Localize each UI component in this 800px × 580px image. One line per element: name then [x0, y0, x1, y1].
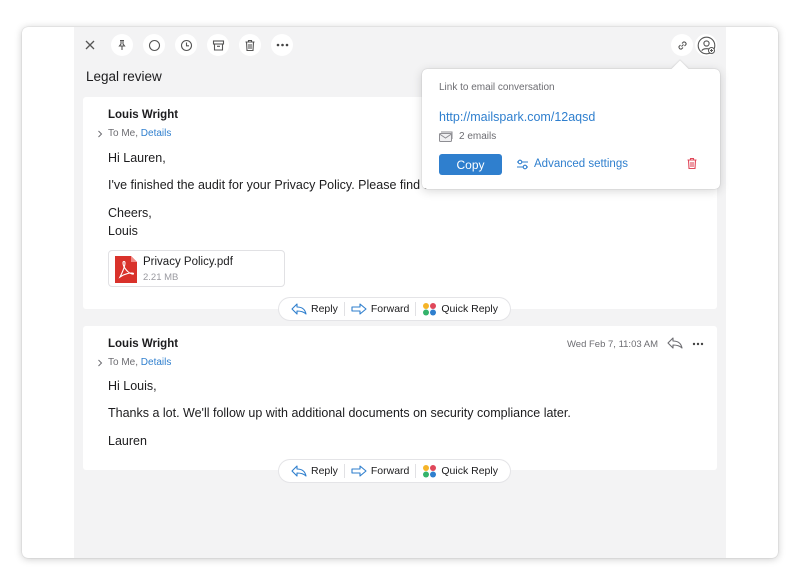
body-line: Hi Lauren, — [108, 151, 166, 165]
delete-link-icon[interactable] — [686, 157, 698, 170]
recipients-line: To Me, Details — [97, 128, 171, 139]
clock-icon[interactable] — [175, 34, 197, 56]
thread-subject: Legal review — [86, 69, 162, 84]
sender-name: Louis Wright — [108, 109, 179, 121]
forward-icon — [351, 465, 367, 477]
quick-reply-label: Quick Reply — [441, 465, 498, 477]
reply-icon[interactable] — [667, 337, 683, 349]
quick-reply-icon — [423, 465, 437, 478]
link-icon[interactable] — [671, 34, 693, 56]
share-user-icon[interactable] — [695, 34, 717, 56]
recipients-line: To Me, Details — [97, 357, 171, 368]
advanced-settings-label: Advanced settings — [534, 158, 628, 170]
pin-icon[interactable] — [111, 34, 133, 56]
attachment-name: Privacy Policy.pdf — [143, 256, 233, 268]
body-line: Hi Louis, — [108, 379, 157, 393]
envelope-stack-icon — [439, 131, 453, 142]
conversation-link[interactable]: http://mailspark.com/12aqsd — [439, 110, 595, 124]
archive-icon[interactable] — [207, 34, 229, 56]
email-count-label: 2 emails — [459, 131, 497, 142]
attachment[interactable]: Privacy Policy.pdf 2.21 MB — [108, 250, 285, 287]
forward-label: Forward — [370, 465, 410, 477]
reply-label: Reply — [311, 465, 338, 477]
message-date: Wed Feb 7, 11:03 AM — [567, 339, 659, 350]
to-me-label: To Me, — [108, 357, 139, 368]
pdf-file-icon — [115, 256, 137, 283]
copy-link-button[interactable]: Copy — [439, 154, 502, 175]
details-link[interactable]: Details — [141, 357, 172, 368]
body-line: Louis — [108, 224, 138, 238]
circle-icon[interactable] — [143, 34, 165, 56]
quick-reply-icon — [423, 303, 437, 316]
more-icon[interactable] — [692, 342, 704, 346]
quick-reply-label: Quick Reply — [441, 303, 498, 315]
body-line: Lauren — [108, 434, 147, 448]
body-line: Cheers, — [108, 206, 152, 220]
trash-icon[interactable] — [239, 34, 261, 56]
more-icon[interactable] — [271, 34, 293, 56]
advanced-settings-button[interactable]: Advanced settings — [516, 158, 628, 170]
reply-button[interactable]: Reply — [285, 460, 344, 482]
message-actions-1: Reply Forward Quick Reply — [279, 298, 510, 320]
forward-button[interactable]: Forward — [345, 460, 416, 482]
forward-button[interactable]: Forward — [345, 298, 416, 320]
popover-title: Link to email conversation — [439, 82, 555, 93]
reply-label: Reply — [311, 303, 338, 315]
attachment-size: 2.21 MB — [143, 272, 179, 283]
chevron-right-icon[interactable] — [97, 130, 103, 138]
quick-reply-button[interactable]: Quick Reply — [416, 460, 504, 482]
forward-icon — [351, 303, 367, 315]
message-actions-2: Reply Forward Quick Reply — [279, 460, 510, 482]
sliders-icon — [517, 159, 528, 169]
share-link-popover: Link to email conversation http://mailsp… — [422, 69, 720, 189]
reply-button[interactable]: Reply — [285, 298, 344, 320]
chevron-right-icon[interactable] — [97, 359, 103, 367]
close-icon[interactable] — [79, 34, 101, 56]
sender-name: Louis Wright — [108, 338, 179, 350]
body-line: I've finished the audit for your Privacy… — [108, 178, 441, 192]
forward-label: Forward — [370, 303, 410, 315]
quick-reply-button[interactable]: Quick Reply — [416, 298, 504, 320]
reply-icon — [291, 465, 307, 477]
details-link[interactable]: Details — [141, 128, 172, 139]
toolbar — [74, 27, 726, 65]
to-me-label: To Me, — [108, 128, 139, 139]
message-card-2: Louis Wright Wed Feb 7, 11:03 AM To Me, … — [83, 326, 717, 470]
body-line: Thanks a lot. We'll follow up with addit… — [108, 406, 571, 420]
email-count: 2 emails — [439, 131, 496, 142]
reply-icon — [291, 303, 307, 315]
